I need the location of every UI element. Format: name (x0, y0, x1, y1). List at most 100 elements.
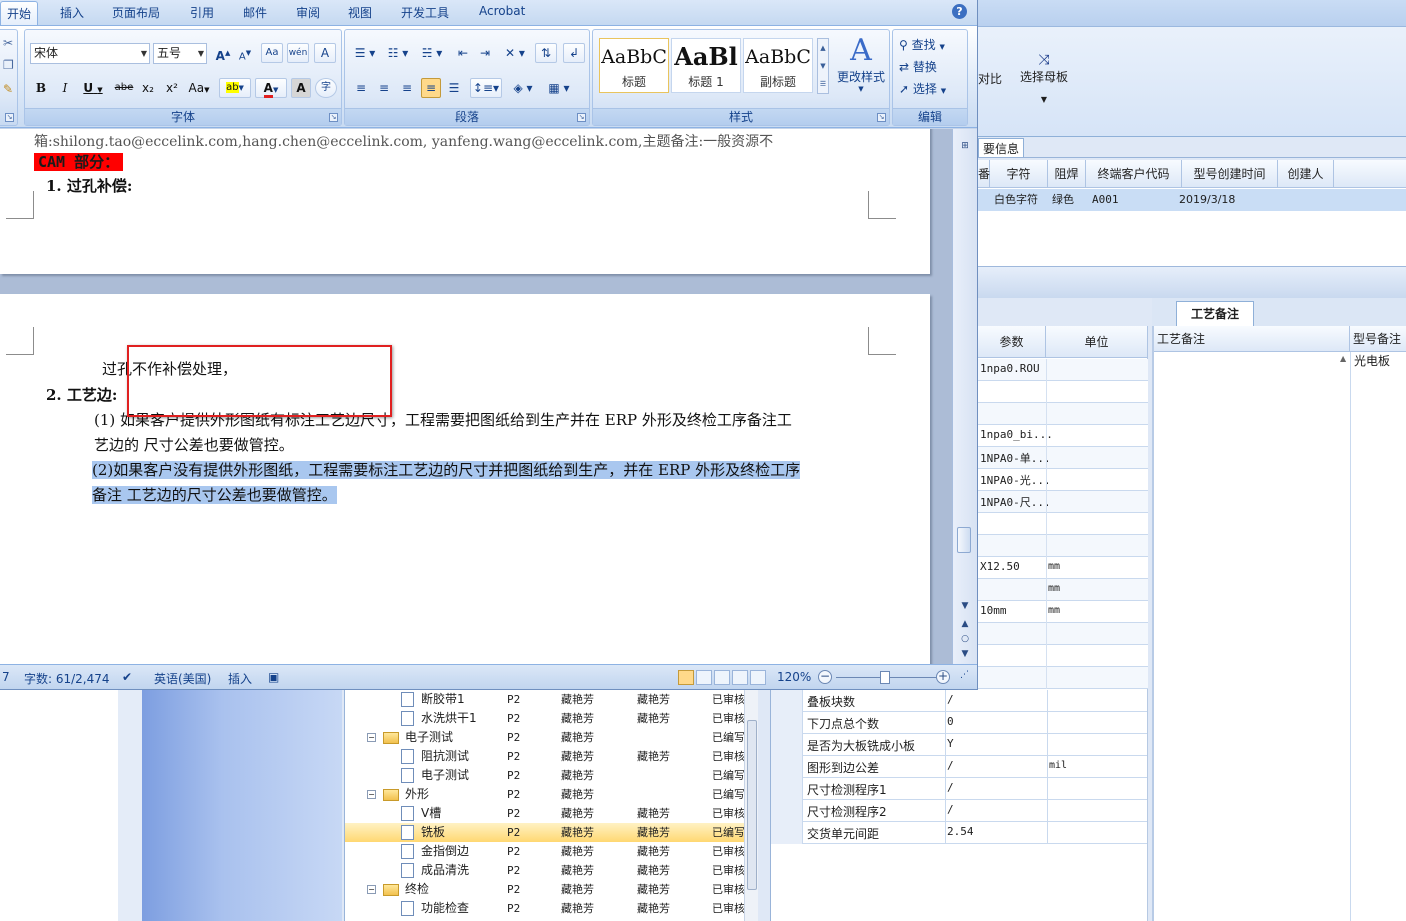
param-row[interactable]: 1NPA0-光... (978, 469, 1148, 491)
collapse-icon[interactable]: − (367, 790, 376, 799)
param-row[interactable] (978, 667, 1148, 689)
property-row[interactable]: 尺寸检测程序1 / (771, 778, 1147, 800)
clipboard-launcher-icon[interactable]: ↘ (5, 113, 14, 122)
resize-grip-icon[interactable]: ⋰ (960, 670, 969, 680)
zoom-in-icon[interactable]: + (936, 670, 950, 684)
process-note-header[interactable]: 工艺备注 (1154, 326, 1350, 352)
tree-item-row[interactable]: V槽 P2 藏艳芳 藏艳芳 已审核 (345, 804, 745, 823)
param-row[interactable] (978, 645, 1148, 667)
character-border-button[interactable]: A (314, 43, 336, 63)
param-header[interactable]: 参数 (978, 326, 1046, 358)
tree-item-row[interactable]: 阻抗测试 P2 藏艳芳 藏艳芳 已审核 (345, 747, 745, 766)
distribute-button[interactable]: ☰ (444, 78, 464, 98)
property-value[interactable]: 2.54 (947, 825, 974, 838)
paragraph-launcher-icon[interactable]: ↘ (577, 113, 586, 122)
collapse-icon[interactable]: − (367, 733, 376, 742)
asian-layout-button[interactable]: ✕ ▾ (500, 43, 530, 63)
scroll-thumb[interactable] (747, 720, 757, 890)
grid-header[interactable]: 番 (978, 160, 990, 188)
style-heading-1[interactable]: AaBl 标题 1 (671, 38, 741, 93)
align-left-button[interactable]: ≡ (351, 78, 371, 98)
property-row[interactable]: 下刀点总个数 0 (771, 712, 1147, 734)
cut-icon[interactable]: ✂ (3, 36, 13, 50)
collapse-icon[interactable]: − (367, 885, 376, 894)
property-row[interactable]: 图形到边公差 / mil (771, 756, 1147, 778)
shading-button[interactable]: ◈ ▾ (507, 78, 539, 98)
find-button[interactable]: ⚲ 查找 ▼ (899, 36, 945, 53)
tab-view[interactable]: 视图 (348, 4, 372, 21)
strikethrough-button[interactable]: abe (111, 78, 137, 98)
param-row[interactable] (978, 535, 1148, 557)
replace-button[interactable]: ⇄ 替换 (899, 58, 937, 75)
select-button[interactable]: ➚ 选择 ▼ (899, 80, 946, 97)
tab-references[interactable]: 引用 (190, 4, 214, 21)
web-layout-button[interactable] (714, 670, 730, 685)
styles-scroll[interactable]: ▲ ▼ ☰ (817, 38, 829, 94)
property-row[interactable]: 是否为大板铣成小板 Y (771, 734, 1147, 756)
highlight-button[interactable]: ab▼ (219, 78, 251, 98)
page-count[interactable]: 7 (2, 670, 10, 684)
ruler-toggle-icon[interactable]: ⊞ (958, 139, 972, 153)
phonetic-guide-button[interactable]: wén (287, 43, 309, 63)
word-count[interactable]: 字数: 61/2,474 (24, 670, 110, 687)
vertical-scrollbar[interactable]: ⊞ ▼ ▲ ○ ▼ (952, 129, 977, 664)
param-row[interactable]: 1npa0.ROU (978, 359, 1148, 381)
tab-info[interactable]: 要信息 (978, 138, 1025, 157)
param-row[interactable]: 1npa0_bi... (978, 425, 1148, 447)
zoom-out-icon[interactable]: − (818, 670, 832, 684)
scroll-thumb[interactable] (957, 527, 971, 553)
align-right-button[interactable]: ≡ (397, 78, 417, 98)
param-row[interactable] (978, 403, 1148, 425)
macro-record-icon[interactable]: ▣ (268, 670, 279, 684)
change-styles-button[interactable]: A 更改样式 ▼ (833, 34, 889, 94)
full-screen-reading-button[interactable] (696, 670, 712, 685)
draft-button[interactable] (750, 670, 766, 685)
property-value[interactable]: / (947, 803, 954, 816)
underline-button[interactable]: U ▼ (79, 78, 107, 98)
borders-button[interactable]: ▦ ▾ (543, 78, 575, 98)
tree-item-row[interactable]: 电子测试 P2 藏艳芳 已编写 (345, 766, 745, 785)
numbering-button[interactable]: ☷ ▾ (383, 43, 413, 63)
tab-insert[interactable]: 插入 (60, 4, 84, 21)
param-row[interactable]: mm (978, 579, 1148, 601)
insert-mode[interactable]: 插入 (228, 670, 252, 687)
tab-review[interactable]: 审阅 (296, 4, 320, 21)
tab-process-note[interactable]: 工艺备注 (1176, 301, 1254, 326)
tab-developer[interactable]: 开发工具 (401, 4, 449, 21)
language[interactable]: 英语(美国) (154, 670, 211, 687)
previous-page-icon[interactable]: ▲ (958, 617, 972, 631)
grid-header[interactable]: 字符 (990, 160, 1048, 188)
character-shading-button[interactable]: A (291, 78, 311, 98)
format-painter-icon[interactable]: ✎ (3, 82, 13, 96)
property-row[interactable]: 尺寸检测程序2 / (771, 800, 1147, 822)
param-row[interactable]: 1NPA0-尺... (978, 491, 1148, 513)
italic-button[interactable]: I (55, 78, 75, 98)
param-row[interactable] (978, 513, 1148, 535)
property-value[interactable]: 0 (947, 715, 954, 728)
clear-format-button[interactable]: Aa (261, 43, 283, 63)
justify-button[interactable]: ≡ (421, 78, 441, 98)
tab-acrobat[interactable]: Acrobat (479, 4, 525, 18)
property-row[interactable]: 交货单元间距 2.54 (771, 822, 1147, 844)
tab-page-layout[interactable]: 页面布局 (112, 4, 160, 21)
increase-indent-button[interactable]: ⇥ (475, 43, 495, 63)
font-color-button[interactable]: A▼ (255, 78, 287, 98)
grow-font-button[interactable]: A▲ (213, 43, 233, 63)
multilevel-list-button[interactable]: ☵ ▾ (417, 43, 447, 63)
tree-folder-row[interactable]: − 终检 P2 藏艳芳 藏艳芳 已审核 (345, 880, 745, 899)
param-row[interactable]: 10mm mm (978, 601, 1148, 623)
property-value[interactable]: / (947, 759, 954, 772)
tree-item-row[interactable]: 成品清洗 P2 藏艳芳 藏艳芳 已审核 (345, 861, 745, 880)
property-value[interactable]: / (947, 781, 954, 794)
param-row[interactable] (978, 623, 1148, 645)
show-marks-button[interactable]: ↲ (563, 43, 585, 63)
line-spacing-button[interactable]: ↕≡▾ (470, 78, 502, 98)
tree-item-row[interactable]: 金指倒边 P2 藏艳芳 藏艳芳 已审核 (345, 842, 745, 861)
tab-mailings[interactable]: 邮件 (243, 4, 267, 21)
scroll-up-icon[interactable]: ▲ (1340, 354, 1346, 363)
tree-item-row[interactable]: 水洗烘干1 P2 藏艳芳 藏艳芳 已审核 (345, 709, 745, 728)
document-page[interactable]: 箱:shilong.tao@eccelink.com,hang.chen@ecc… (0, 129, 930, 274)
grid-header[interactable]: 创建人 (1278, 160, 1334, 188)
align-center-button[interactable]: ≡ (374, 78, 394, 98)
property-row[interactable]: 叠板块数 / (771, 690, 1147, 712)
